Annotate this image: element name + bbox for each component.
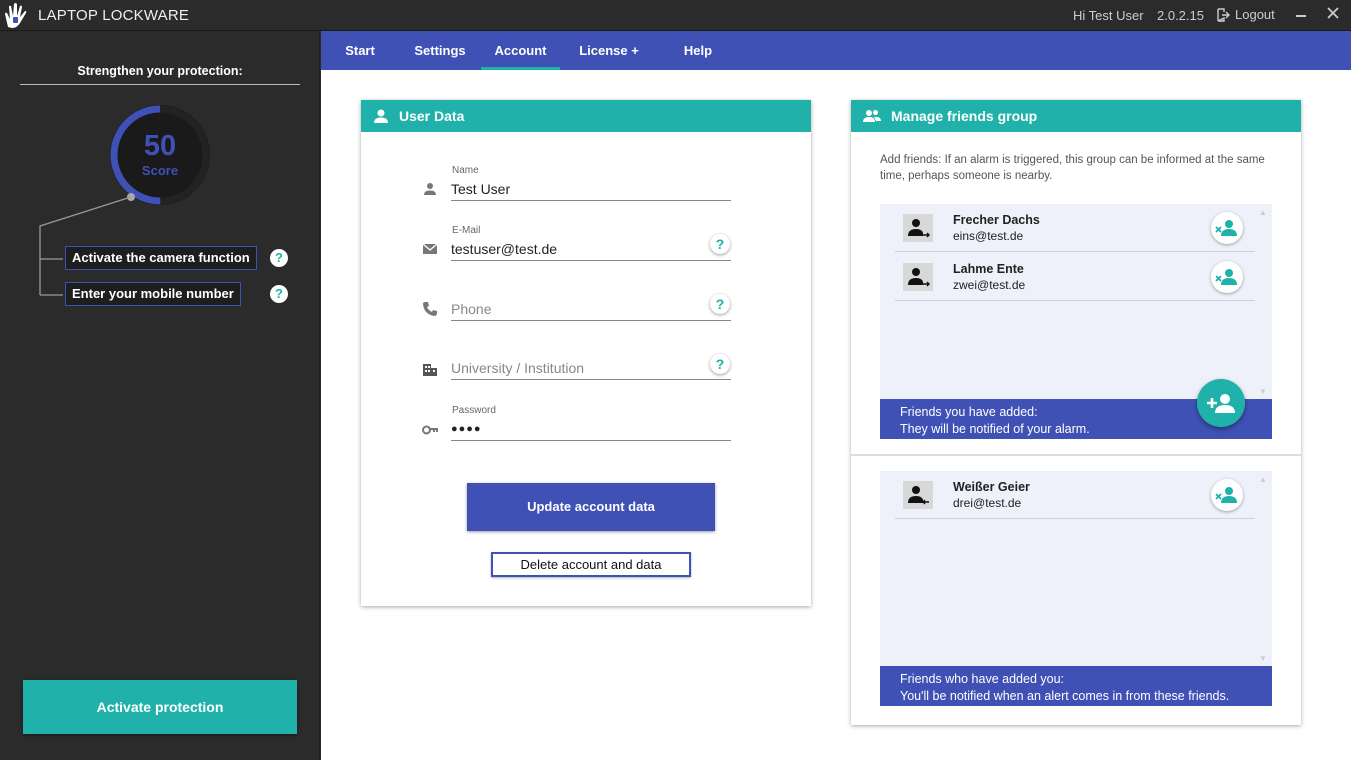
phone-help-icon[interactable]: ? [710, 294, 730, 314]
added-you-footer: Friends who have added you: You'll be no… [880, 666, 1272, 706]
key-icon [422, 425, 438, 435]
friends-title: Manage friends group [891, 108, 1038, 124]
scroll-down-icon[interactable]: ▼ [1257, 653, 1269, 665]
main-content: Start Settings Account License + Shop He… [321, 31, 1351, 760]
sidebar: Strengthen your protection: 50 Score Act… [0, 31, 320, 760]
name-field[interactable] [451, 177, 731, 201]
incoming-friend-icon [903, 481, 933, 509]
email-help-icon[interactable]: ? [710, 234, 730, 254]
name-caption: Name [452, 165, 479, 176]
hand-logo-icon [5, 3, 27, 28]
friend-email: drei@test.de [953, 496, 1022, 510]
help-icon[interactable]: ? [270, 249, 288, 267]
app-title: LAPTOP LOCKWARE [38, 7, 190, 24]
tab-license-shop[interactable]: License + Shop [565, 31, 653, 97]
tab-help[interactable]: Help [679, 31, 717, 70]
add-friend-button[interactable] [1197, 379, 1245, 427]
nav-bar: Start Settings Account License + Shop He… [321, 31, 1351, 97]
score-value: 50 [143, 130, 177, 162]
person-icon [374, 109, 388, 123]
user-data-card: User Data Name E-Mail ? ? ? [361, 100, 811, 606]
version-label: 2.0.2.15 [1157, 8, 1204, 23]
friends-description: Add friends: If an alarm is triggered, t… [880, 154, 1265, 182]
friends-card: Manage friends group Add friends: If an … [851, 100, 1301, 725]
password-field[interactable] [451, 417, 731, 441]
delete-account-button[interactable]: Delete account and data [491, 552, 691, 577]
password-caption: Password [452, 405, 496, 416]
minimize-icon[interactable] [1290, 4, 1312, 26]
user-data-title: User Data [399, 108, 465, 124]
task-activate-camera[interactable]: Activate the camera function [65, 246, 257, 270]
added-you-footer-line-1: Friends who have added you: [900, 672, 1064, 686]
email-field[interactable] [451, 237, 731, 261]
person-icon [424, 183, 436, 195]
institution-help-icon[interactable]: ? [710, 354, 730, 374]
added-footer-line-2: They will be notified of your alarm. [900, 422, 1090, 436]
user-data-header: User Data [361, 100, 811, 132]
friend-row: Weißer Geier drei@test.de [895, 471, 1255, 519]
logout-button[interactable]: Logout [1216, 7, 1275, 22]
tab-settings[interactable]: Settings [409, 31, 471, 70]
title-bar: LAPTOP LOCKWARE Hi Test User 2.0.2.15 Lo… [0, 0, 1351, 31]
scroll-down-icon[interactable]: ▼ [1257, 386, 1269, 398]
update-account-button[interactable]: Update account data [467, 483, 715, 531]
remove-friend-icon[interactable] [1211, 212, 1243, 244]
added-you-footer-line-2: You'll be notified when an alert comes i… [900, 689, 1230, 703]
scroll-up-icon[interactable]: ▲ [1257, 474, 1269, 486]
user-greeting: Hi Test User [1073, 8, 1144, 23]
section-divider [851, 454, 1301, 456]
remove-friend-icon[interactable] [1211, 479, 1243, 511]
mail-icon [422, 243, 438, 254]
score-label: Score [141, 163, 179, 178]
sidebar-heading: Strengthen your protection: [20, 64, 300, 85]
logout-label: Logout [1235, 7, 1275, 22]
friend-row: Frecher Dachs eins@test.de [895, 204, 1255, 252]
email-caption: E-Mail [452, 225, 481, 236]
outgoing-friend-icon [903, 263, 933, 291]
task-enter-mobile[interactable]: Enter your mobile number [65, 282, 241, 306]
phone-icon [423, 302, 437, 316]
building-icon [423, 364, 437, 376]
friend-name: Weißer Geier [953, 480, 1030, 494]
institution-field[interactable] [451, 356, 731, 380]
close-icon[interactable] [1322, 4, 1344, 26]
friend-row: Lahme Ente zwei@test.de [895, 253, 1255, 301]
tab-start[interactable]: Start [335, 31, 385, 70]
friend-name: Frecher Dachs [953, 213, 1040, 227]
help-icon[interactable]: ? [270, 285, 288, 303]
tab-account[interactable]: Account [481, 31, 560, 70]
friends-header: Manage friends group [851, 100, 1301, 132]
added-friends-list: ▲ Frecher Dachs eins@test.de Lahme Ente … [880, 204, 1272, 439]
phone-field[interactable] [451, 297, 731, 321]
remove-friend-icon[interactable] [1211, 261, 1243, 293]
logout-icon [1217, 7, 1230, 22]
outgoing-friend-icon [903, 214, 933, 242]
friend-name: Lahme Ente [953, 262, 1024, 276]
friend-email: eins@test.de [953, 229, 1024, 243]
group-icon [863, 110, 881, 122]
activate-protection-button[interactable]: Activate protection [23, 680, 297, 734]
friend-email: zwei@test.de [953, 278, 1026, 292]
scroll-up-icon[interactable]: ▲ [1257, 207, 1269, 219]
added-you-list: ▲ Weißer Geier drei@test.de ▼ Friends wh… [880, 471, 1272, 706]
